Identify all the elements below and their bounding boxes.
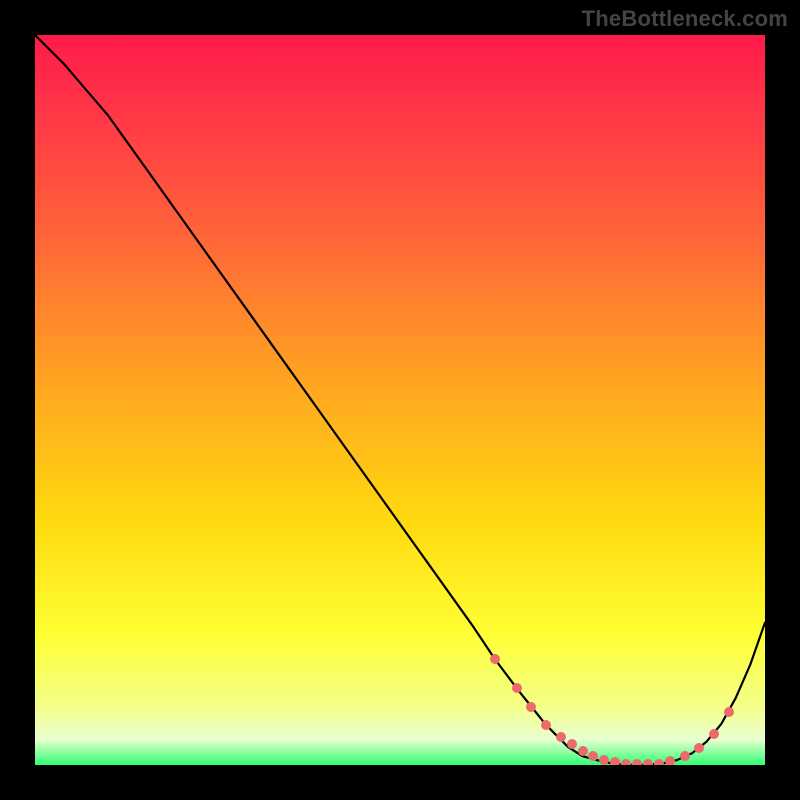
data-point	[610, 757, 620, 765]
data-point	[643, 759, 653, 765]
data-point	[567, 739, 577, 749]
data-point	[632, 759, 642, 765]
data-point	[541, 720, 551, 730]
data-point	[665, 756, 675, 765]
data-point	[724, 707, 734, 717]
data-point	[578, 746, 588, 756]
watermark: TheBottleneck.com	[582, 6, 788, 32]
data-point	[526, 702, 536, 712]
data-point	[680, 751, 690, 761]
data-point	[490, 654, 500, 664]
bottleneck-curve	[35, 35, 765, 765]
data-point	[556, 732, 566, 742]
plot-area	[35, 35, 765, 765]
chart-frame: TheBottleneck.com	[0, 0, 800, 800]
